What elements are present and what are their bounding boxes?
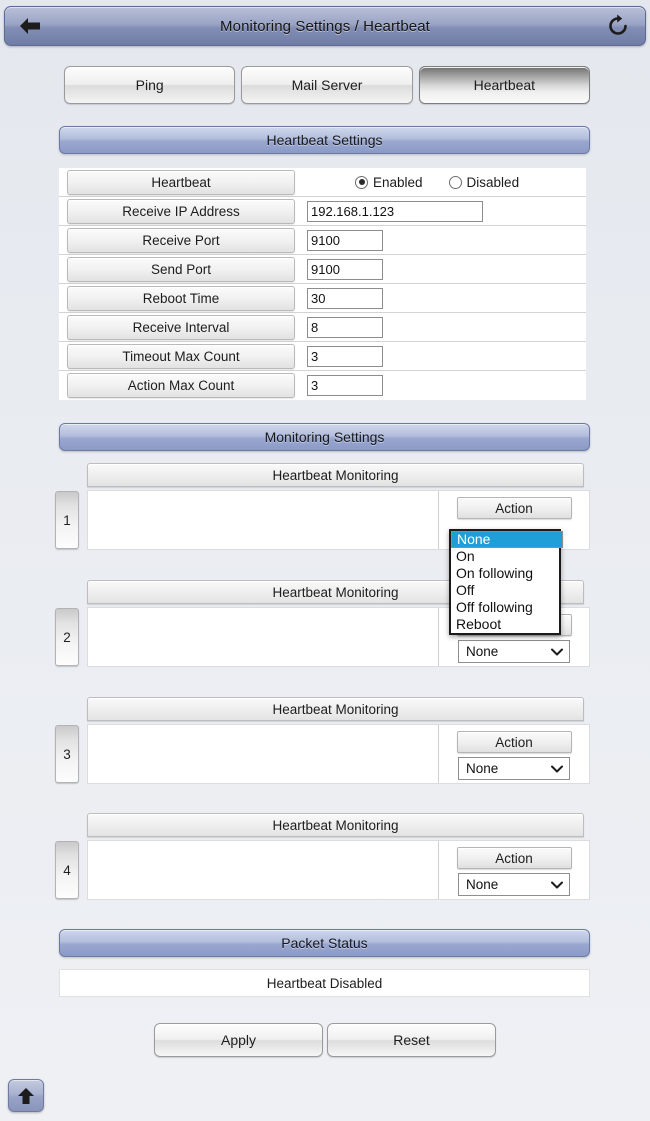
row-condition-area[interactable] bbox=[88, 608, 439, 666]
row-fields: Action None bbox=[87, 840, 590, 900]
action-button-4[interactable]: Action bbox=[456, 847, 572, 869]
chevron-down-icon bbox=[551, 765, 563, 772]
settings-row-receive-interval: Receive Interval bbox=[59, 313, 586, 342]
settings-row-timeout-max-count: Timeout Max Count bbox=[59, 342, 586, 371]
row-condition-area[interactable] bbox=[88, 491, 439, 549]
row-fields: Action None bbox=[87, 724, 590, 784]
send-port-input[interactable] bbox=[307, 258, 383, 280]
field-label: Receive Interval bbox=[67, 314, 295, 340]
field-value bbox=[295, 258, 586, 280]
action-button-1[interactable]: Action bbox=[456, 497, 572, 519]
scroll-to-top-button[interactable] bbox=[8, 1079, 44, 1112]
field-value bbox=[295, 200, 586, 222]
settings-row-receive-ip: Receive IP Address bbox=[59, 197, 586, 226]
action-select-value: None bbox=[466, 761, 499, 776]
action-select-1-dropdown[interactable]: None On On following Off Off following R… bbox=[449, 529, 563, 635]
field-value bbox=[295, 229, 586, 251]
row-number: 3 bbox=[55, 725, 79, 783]
monitoring-row-title: Heartbeat Monitoring bbox=[87, 697, 584, 721]
up-arrow-icon bbox=[18, 1087, 34, 1104]
row-number: 1 bbox=[55, 491, 79, 549]
field-label: Heartbeat bbox=[67, 169, 295, 195]
reboot-time-input[interactable] bbox=[307, 287, 383, 309]
row-condition-area[interactable] bbox=[88, 841, 439, 899]
footer-buttons: Apply Reset bbox=[154, 1023, 496, 1057]
row-action-area: Action None bbox=[439, 841, 589, 899]
settings-row-reboot-time: Reboot Time bbox=[59, 284, 586, 313]
action-select-3[interactable]: None bbox=[458, 757, 570, 780]
row-number: 4 bbox=[55, 841, 79, 899]
field-label: Receive Port bbox=[67, 227, 295, 253]
action-button-3[interactable]: Action bbox=[456, 731, 572, 753]
field-label: Send Port bbox=[67, 256, 295, 282]
dropdown-option-on[interactable]: On bbox=[451, 548, 559, 565]
heartbeat-enable-radio-group: Enabled Disabled bbox=[355, 175, 519, 190]
action-select-2[interactable]: None bbox=[458, 640, 570, 663]
settings-row-send-port: Send Port bbox=[59, 255, 586, 284]
monitoring-row-title: Heartbeat Monitoring bbox=[87, 463, 584, 487]
field-label: Reboot Time bbox=[67, 285, 295, 311]
dropdown-option-none[interactable]: None bbox=[451, 531, 563, 548]
monitoring-row-title: Heartbeat Monitoring bbox=[87, 813, 584, 837]
settings-row-action-max-count: Action Max Count bbox=[59, 371, 586, 400]
monitoring-row-3: Heartbeat Monitoring 3 Action None bbox=[55, 697, 590, 785]
monitoring-settings-header: Monitoring Settings bbox=[59, 423, 590, 451]
tab-mail-server[interactable]: Mail Server bbox=[241, 66, 413, 104]
field-label: Action Max Count bbox=[67, 373, 295, 398]
back-arrow-glyph bbox=[20, 18, 40, 34]
heartbeat-settings-header: Heartbeat Settings bbox=[59, 126, 590, 154]
settings-row-receive-port: Receive Port bbox=[59, 226, 586, 255]
receive-interval-input[interactable] bbox=[307, 316, 383, 338]
apply-button[interactable]: Apply bbox=[154, 1023, 323, 1057]
action-select-4[interactable]: None bbox=[458, 873, 570, 896]
field-value bbox=[295, 345, 586, 367]
radio-disabled-dot bbox=[448, 175, 462, 189]
refresh-glyph bbox=[609, 14, 627, 35]
row-action-area: Action None bbox=[439, 725, 589, 783]
field-value: Enabled Disabled bbox=[295, 175, 586, 190]
radio-enabled[interactable]: Enabled bbox=[355, 175, 423, 190]
tab-heartbeat[interactable]: Heartbeat bbox=[418, 66, 590, 104]
reset-button[interactable]: Reset bbox=[327, 1023, 496, 1057]
back-arrow-icon[interactable] bbox=[13, 9, 47, 43]
dropdown-option-reboot[interactable]: Reboot bbox=[451, 616, 559, 633]
tab-ping[interactable]: Ping bbox=[64, 66, 236, 104]
row-number: 2 bbox=[55, 608, 79, 666]
radio-enabled-dot bbox=[355, 175, 368, 189]
title-bar: Monitoring Settings / Heartbeat bbox=[4, 6, 646, 46]
refresh-icon[interactable] bbox=[601, 9, 635, 43]
field-label: Receive IP Address bbox=[67, 198, 295, 224]
dropdown-option-on-following[interactable]: On following bbox=[451, 565, 559, 582]
receive-ip-address-input[interactable] bbox=[307, 200, 483, 222]
settings-row-heartbeat-enable: Heartbeat Enabled Disabled bbox=[59, 168, 586, 197]
tab-bar: Ping Mail Server Heartbeat bbox=[64, 66, 590, 104]
field-value bbox=[295, 375, 586, 396]
action-select-value: None bbox=[466, 877, 499, 892]
radio-disabled[interactable]: Disabled bbox=[448, 174, 520, 190]
chevron-down-icon bbox=[551, 881, 563, 888]
timeout-max-count-input[interactable] bbox=[307, 345, 383, 367]
radio-disabled-label: Disabled bbox=[466, 174, 520, 190]
dropdown-option-off[interactable]: Off bbox=[451, 582, 559, 599]
monitoring-row-body: 3 Action None bbox=[55, 724, 590, 784]
field-value bbox=[295, 287, 586, 309]
radio-enabled-label: Enabled bbox=[373, 174, 423, 190]
field-label: Timeout Max Count bbox=[67, 343, 295, 369]
dropdown-option-off-following[interactable]: Off following bbox=[451, 599, 559, 616]
receive-port-input[interactable] bbox=[307, 229, 383, 251]
monitoring-row-body: 4 Action None bbox=[55, 840, 590, 900]
packet-status-header: Packet Status bbox=[59, 929, 590, 957]
heartbeat-settings-table: Heartbeat Enabled Disabled Receive IP Ad… bbox=[59, 168, 586, 400]
page-title: Monitoring Settings / Heartbeat bbox=[220, 17, 430, 35]
chevron-down-icon bbox=[551, 648, 563, 655]
action-select-value: None bbox=[466, 644, 499, 659]
packet-status-message: Heartbeat Disabled bbox=[59, 969, 590, 997]
field-value bbox=[295, 316, 586, 338]
action-max-count-input[interactable] bbox=[307, 375, 383, 396]
row-condition-area[interactable] bbox=[88, 725, 439, 783]
monitoring-row-4: Heartbeat Monitoring 4 Action None bbox=[55, 813, 590, 901]
